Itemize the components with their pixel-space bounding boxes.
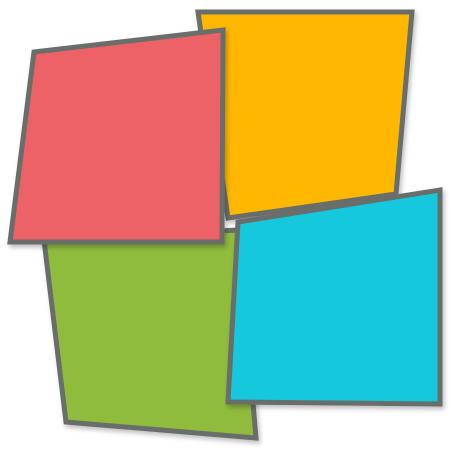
yellow-tile-icon xyxy=(195,9,415,221)
logo-canvas xyxy=(0,0,450,450)
cyan-tile-icon xyxy=(225,187,443,407)
green-tile-icon xyxy=(41,227,259,441)
four-tile-logo-icon xyxy=(7,9,443,441)
red-tile-icon xyxy=(7,27,226,245)
